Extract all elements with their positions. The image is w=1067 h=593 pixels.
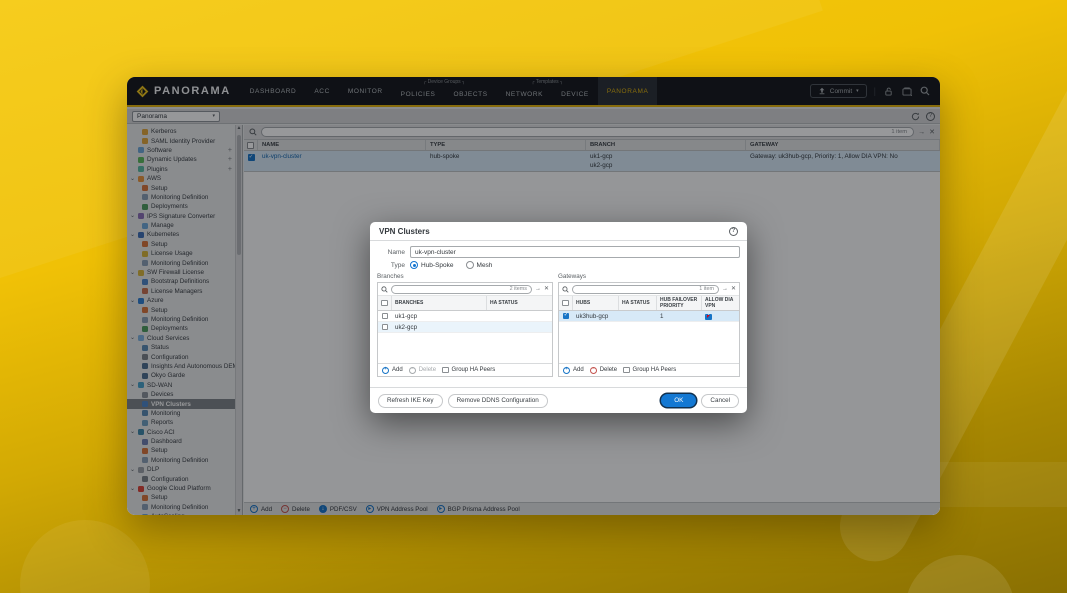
search-icon (562, 286, 569, 293)
delete-icon: − (590, 367, 597, 374)
gateways-select-all-checkbox[interactable] (562, 300, 569, 307)
delete-icon: − (409, 367, 416, 374)
remove-ddns-configuration-button[interactable]: Remove DDNS Configuration (448, 394, 548, 408)
radio-selected-icon (410, 261, 418, 269)
cancel-button[interactable]: Cancel (701, 394, 739, 408)
branches-select-all-checkbox[interactable] (381, 300, 388, 307)
gateways-add-button[interactable]: +Add (563, 367, 584, 374)
column-branches[interactable]: BRANCHES (392, 296, 487, 310)
branches-count: 2 items (510, 286, 527, 292)
name-label: Name (377, 249, 405, 256)
background-blob (20, 520, 150, 593)
add-icon: + (382, 367, 389, 374)
gateways-group-ha-checkbox[interactable]: Group HA Peers (623, 367, 676, 374)
apply-filter-icon[interactable]: → (722, 286, 728, 292)
name-field[interactable] (410, 246, 740, 258)
mesh-label: Mesh (477, 262, 493, 269)
hub-failover-priority: 1 (657, 313, 702, 320)
refresh-ike-key-button[interactable]: Refresh IKE Key (378, 394, 443, 408)
column-ha-status[interactable]: HA STATUS (619, 296, 657, 310)
branches-search-input[interactable]: 2 items (391, 285, 532, 294)
row-checkbox[interactable] (382, 324, 389, 331)
hub-spoke-label: Hub-Spoke (421, 262, 454, 269)
apply-filter-icon[interactable]: → (535, 286, 541, 292)
radio-unselected-icon (466, 261, 474, 269)
branch-name: uk1-gcp (392, 313, 487, 320)
clear-filter-icon[interactable]: ✕ (731, 286, 736, 292)
branches-panel: 2 items → ✕ BRANCHES HA STATUS uk1-gcp u… (377, 282, 553, 377)
dialog-title-bar: VPN Clusters ? (370, 222, 747, 241)
branch-name: uk2-gcp (392, 324, 487, 331)
hub-name: uk3hub-gcp (573, 313, 619, 320)
checkbox-icon (442, 367, 449, 374)
clear-filter-icon[interactable]: ✕ (544, 286, 549, 292)
column-ha-status[interactable]: HA STATUS (487, 296, 552, 310)
search-icon (381, 286, 388, 293)
dialog-body: Name Type Hub-Spoke Mesh Branches Gatewa… (370, 241, 747, 387)
dialog-footer: Refresh IKE Key Remove DDNS Configuratio… (370, 387, 747, 413)
gateways-panel: 1 item → ✕ HUBS HA STATUS HUB FAILOVER P… (558, 282, 740, 377)
allow-dia-vpn-checkbox[interactable]: ✓ (705, 314, 712, 321)
gateways-delete-button[interactable]: −Delete (590, 367, 617, 374)
vpn-clusters-dialog: VPN Clusters ? Name Type Hub-Spoke Mesh … (370, 222, 747, 413)
background-blob (905, 555, 1015, 593)
ok-button[interactable]: OK (661, 394, 696, 407)
branches-group-ha-checkbox[interactable]: Group HA Peers (442, 367, 495, 374)
branches-section-label: Branches (377, 273, 553, 280)
checkbox-icon (623, 367, 630, 374)
gateways-search-input[interactable]: 1 item (572, 285, 719, 294)
column-allow-dia-vpn[interactable]: ALLOW DIA VPN (702, 296, 739, 310)
column-hub-failover-priority[interactable]: HUB FAILOVER PRIORITY (657, 296, 702, 310)
hub-row-uk3hub-gcp[interactable]: ✓ uk3hub-gcp 1 ✓ (559, 311, 739, 322)
column-hubs[interactable]: HUBS (573, 296, 619, 310)
branches-add-button[interactable]: +Add (382, 367, 403, 374)
row-checkbox[interactable]: ✓ (563, 313, 570, 320)
dialog-title: VPN Clusters (379, 227, 430, 236)
branches-delete-button[interactable]: −Delete (409, 367, 436, 374)
gateways-count: 1 item (699, 286, 714, 292)
radio-hub-spoke[interactable]: Hub-Spoke (410, 261, 454, 269)
add-icon: + (563, 367, 570, 374)
gateways-section-label: Gateways (558, 273, 586, 280)
radio-mesh[interactable]: Mesh (466, 261, 493, 269)
branch-row-uk1-gcp[interactable]: uk1-gcp (378, 311, 552, 322)
type-label: Type (377, 262, 405, 269)
help-icon[interactable]: ? (729, 227, 738, 236)
branch-row-uk2-gcp[interactable]: uk2-gcp (378, 322, 552, 333)
row-checkbox[interactable] (382, 313, 389, 320)
